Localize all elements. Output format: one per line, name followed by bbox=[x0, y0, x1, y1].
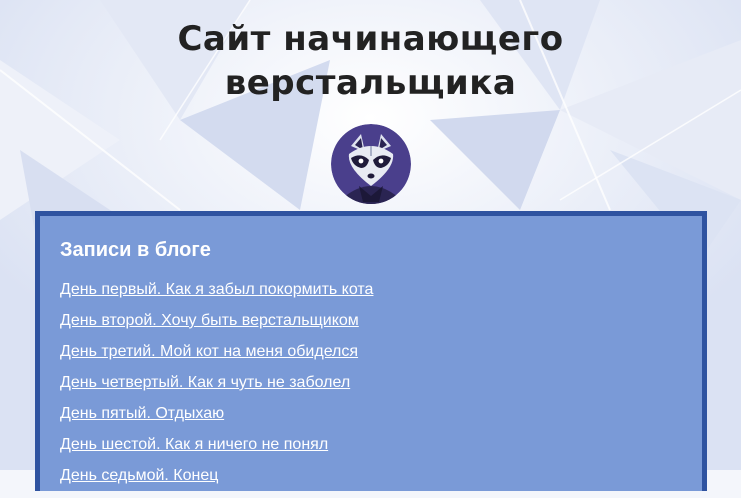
site-title-line1: Сайт начинающего bbox=[177, 19, 564, 59]
post-list: День первый. Как я забыл покормить кота … bbox=[60, 281, 373, 498]
list-item: День шестой. Как я ничего не понял bbox=[60, 436, 373, 467]
post-link-6[interactable]: День шестой. Как я ничего не понял bbox=[60, 436, 328, 453]
site-title-line2: верстальщика bbox=[224, 63, 517, 103]
list-item: День четвертый. Как я чуть не заболел bbox=[60, 374, 373, 405]
list-item: День второй. Хочу быть верстальщиком bbox=[60, 312, 373, 343]
list-item: День седьмой. Конец bbox=[60, 467, 373, 498]
avatar bbox=[331, 124, 411, 204]
blog-panel: Записи в блоге День первый. Как я забыл … bbox=[35, 211, 707, 491]
raccoon-icon bbox=[331, 124, 411, 204]
list-item: День пятый. Отдыхаю bbox=[60, 405, 373, 436]
post-link-3[interactable]: День третий. Мой кот на меня обиделся bbox=[60, 343, 358, 360]
blog-heading: Записи в блоге bbox=[60, 239, 211, 261]
post-link-1[interactable]: День первый. Как я забыл покормить кота bbox=[60, 281, 373, 298]
list-item: День первый. Как я забыл покормить кота bbox=[60, 281, 373, 312]
post-link-5[interactable]: День пятый. Отдыхаю bbox=[60, 405, 224, 422]
site-title: Сайт начинающего верстальщика bbox=[0, 17, 741, 105]
list-item: День третий. Мой кот на меня обиделся bbox=[60, 343, 373, 374]
post-link-4[interactable]: День четвертый. Как я чуть не заболел bbox=[60, 374, 350, 391]
post-link-2[interactable]: День второй. Хочу быть верстальщиком bbox=[60, 312, 359, 329]
